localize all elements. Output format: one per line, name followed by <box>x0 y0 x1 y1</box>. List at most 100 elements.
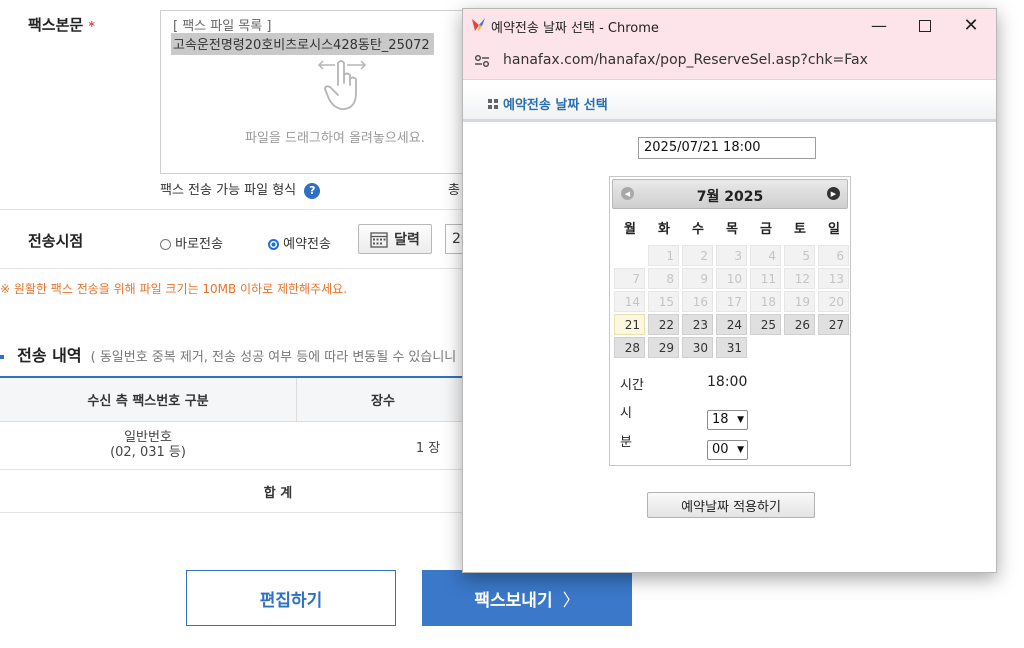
weekday-header: 화 <box>658 222 670 237</box>
calendar-button-label: 달력 <box>394 232 420 248</box>
send-fax-button[interactable]: 팩스보내기 〉 <box>422 570 632 626</box>
fax-bird-icon <box>472 18 485 32</box>
calendar-empty-cell <box>818 337 849 358</box>
popup-address-bar[interactable]: hanafax.com/hanafax/pop_ReserveSel.asp?c… <box>463 42 996 80</box>
close-button[interactable]: ✕ <box>948 9 994 42</box>
calendar-day[interactable]: 24 <box>716 314 747 335</box>
next-month-icon[interactable]: ▶ <box>827 187 840 200</box>
calendar-day[interactable]: 30 <box>682 337 713 358</box>
calendar-day-disabled: 18 <box>750 291 781 312</box>
calendar-empty-cell <box>614 245 645 266</box>
row-type-line2: (02, 031 등) <box>110 445 186 460</box>
weekday-header: 토 <box>794 222 806 237</box>
weekday-header: 수 <box>692 222 704 237</box>
close-icon: ✕ <box>963 15 979 36</box>
calendar-day[interactable]: 22 <box>648 314 679 335</box>
calendar-day-selected[interactable]: 21 <box>614 314 645 335</box>
hour-select[interactable]: 18 ▼ <box>707 410 748 430</box>
minute-select[interactable]: 00 ▼ <box>707 440 748 460</box>
file-size-notice: ※ 원활한 팩스 전송을 위해 파일 크기는 10MB 이하로 제한해주세요. <box>0 282 348 296</box>
fax-body-label: 팩스본문 * <box>28 14 95 35</box>
chevron-down-icon: ▼ <box>737 415 744 425</box>
calendar-day[interactable]: 31 <box>716 337 747 358</box>
edit-button[interactable]: 편집하기 <box>186 570 396 626</box>
calendar-day-disabled: 2 <box>682 245 713 266</box>
calendar-day[interactable]: 25 <box>750 314 781 335</box>
calendar-day-disabled: 1 <box>648 245 679 266</box>
help-circle-icon[interactable]: ? <box>304 182 321 199</box>
calendar-day[interactable]: 23 <box>682 314 713 335</box>
calendar-day-disabled: 10 <box>716 268 747 289</box>
total-label: 총 <box>448 183 460 198</box>
radio-send-reserve[interactable]: 예약전송 <box>268 233 331 252</box>
calendar-empty-cell <box>784 337 815 358</box>
popup-url[interactable]: hanafax.com/hanafax/pop_ReserveSel.asp?c… <box>503 52 868 68</box>
drag-hint-text: 파일을 드래그하여 올려놓으세요. <box>245 131 425 146</box>
apply-reserve-date-button[interactable]: 예약날짜 적용하기 <box>647 492 815 518</box>
minimize-icon: — <box>871 16 887 35</box>
calendar-day-disabled: 19 <box>784 291 815 312</box>
calendar-day-disabled: 6 <box>818 245 849 266</box>
time-label: 시간 <box>620 378 644 393</box>
chevron-down-icon: ▼ <box>737 445 744 455</box>
popup-page-header: 예약전송 날짜 선택 <box>463 87 996 122</box>
calendar-day[interactable]: 29 <box>648 337 679 358</box>
calendar-day[interactable]: 28 <box>614 337 645 358</box>
row-type-line1: 일반번호 <box>124 430 172 445</box>
hour-label: 시 <box>620 406 632 421</box>
radio-send-now-label: 바로전송 <box>175 237 223 252</box>
calendar-day-disabled: 4 <box>750 245 781 266</box>
divider <box>0 209 470 210</box>
radio-send-now[interactable]: 바로전송 <box>160 233 223 252</box>
col-header-pages: 장수 <box>371 394 395 409</box>
file-format-label: 팩스 전송 가능 파일 형식 <box>160 183 297 198</box>
calendar-day-disabled: 5 <box>784 245 815 266</box>
grid-bullet-icon <box>488 99 498 109</box>
file-list-header: [ 팩스 파일 목록 ] <box>173 19 272 34</box>
calendar-day[interactable]: 26 <box>784 314 815 335</box>
tune-icon[interactable] <box>474 54 490 68</box>
calendar-header: ◀ 7월 2025 ▶ <box>612 179 848 209</box>
bullet <box>0 354 4 359</box>
fax-file-item[interactable]: 고속운전명령20호비츠로시스428동탄_25072 <box>171 33 434 55</box>
reserve-datetime-input[interactable]: 2025/07/21 18:00 <box>638 137 816 159</box>
table-row: 일반번호 (02, 031 등) 1 장 <box>0 422 470 470</box>
calendar-day-disabled: 17 <box>716 291 747 312</box>
weekday-header: 금 <box>760 222 772 237</box>
history-title: 전송 내역 <box>17 346 82 365</box>
calendar-day-disabled: 11 <box>750 268 781 289</box>
divider <box>0 268 470 269</box>
calendar-empty-cell <box>750 337 781 358</box>
required-star: * <box>88 19 95 33</box>
calendar-day-disabled: 15 <box>648 291 679 312</box>
send-fax-button-label: 팩스보내기 <box>474 590 553 611</box>
radio-send-now-circle[interactable] <box>160 239 171 250</box>
history-header: 전송 내역 ( 동일번호 중복 제거, 전송 성공 여부 등에 따라 변동될 수… <box>0 342 456 366</box>
calendar-day-disabled: 3 <box>716 245 747 266</box>
minute-select-value: 00 <box>712 442 729 457</box>
table-total-row: 합 계 <box>0 470 470 513</box>
minimize-button[interactable]: — <box>856 9 902 42</box>
calendar-day-disabled: 12 <box>784 268 815 289</box>
maximize-icon <box>919 19 931 32</box>
calendar-button[interactable]: 달력 <box>358 224 432 254</box>
calendar-day-disabled: 13 <box>818 268 849 289</box>
popup-titlebar[interactable]: 예약전송 날짜 선택 - Chrome — ✕ <box>463 9 996 42</box>
reserve-date-popup-window[interactable]: 예약전송 날짜 선택 - Chrome — ✕ hanafax.com/hana… <box>462 8 997 573</box>
minute-label: 분 <box>620 435 632 450</box>
calendar-day[interactable]: 27 <box>818 314 849 335</box>
edit-button-label: 편집하기 <box>259 590 323 611</box>
hand-drag-icon <box>317 60 367 110</box>
fax-file-drop-area[interactable]: [ 팩스 파일 목록 ] 고속운전명령20호비츠로시스428동탄_25072 파… <box>160 10 482 174</box>
maximize-button[interactable] <box>902 9 948 42</box>
weekday-header: 월 <box>624 222 636 237</box>
calendar-day-disabled: 9 <box>682 268 713 289</box>
send-time-label: 전송시점 <box>28 232 84 250</box>
calendar-icon <box>370 231 388 248</box>
apply-reserve-date-label: 예약날짜 적용하기 <box>681 499 781 515</box>
calendar-day-disabled: 8 <box>648 268 679 289</box>
radio-send-reserve-circle[interactable] <box>268 239 279 250</box>
calendar-day-disabled: 20 <box>818 291 849 312</box>
calendar-day-disabled: 14 <box>614 291 645 312</box>
hour-select-value: 18 <box>712 412 729 427</box>
